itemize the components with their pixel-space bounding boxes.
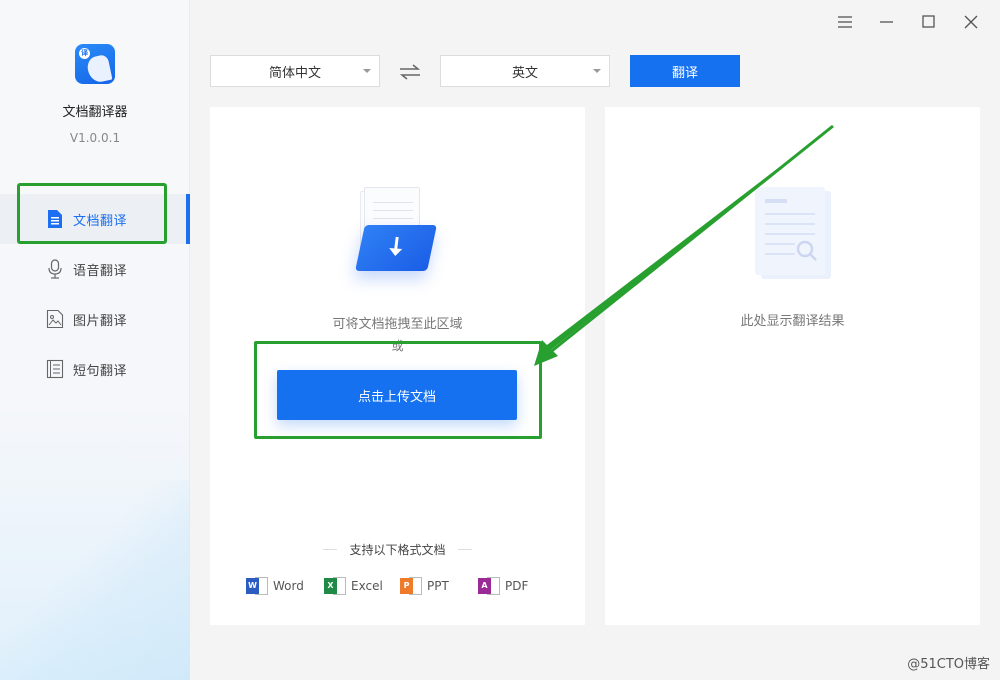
- sidebar-item-label: 语音翻译: [73, 263, 128, 279]
- image-icon: [46, 309, 64, 329]
- microphone-icon: [46, 259, 64, 279]
- swap-languages-button[interactable]: [398, 62, 422, 82]
- minimize-icon: [880, 21, 893, 23]
- swap-arrows-icon: [399, 64, 421, 80]
- logo-badge: 译: [79, 48, 90, 59]
- translate-button[interactable]: 翻译: [630, 55, 740, 87]
- excel-icon: X: [324, 576, 346, 596]
- sidebar: 译 文档翻译器 V1.0.0.1 文档翻译 语音翻译 图片翻译 短句翻译: [0, 0, 190, 680]
- app-version: V1.0.0.1: [69, 131, 121, 145]
- document-search-icon: [755, 187, 825, 275]
- format-pdf: A PDF: [478, 576, 548, 596]
- upload-panel[interactable]: 可将文档拖拽至此区域 或 点击上传文档 支持以下格式文档 W Word X Ex…: [210, 107, 585, 625]
- maximize-button[interactable]: [908, 10, 950, 34]
- text-lines-icon: [46, 359, 64, 379]
- result-panel: 此处显示翻译结果: [605, 107, 980, 625]
- upload-document-button[interactable]: 点击上传文档: [277, 370, 517, 420]
- app-name: 文档翻译器: [62, 105, 128, 120]
- target-language-value: 英文: [511, 65, 538, 81]
- sidebar-item-document-translation[interactable]: 文档翻译: [0, 194, 190, 244]
- window-controls: [824, 10, 992, 34]
- close-button[interactable]: [950, 10, 992, 34]
- pdf-icon: A: [478, 576, 500, 596]
- download-folder-icon: [355, 225, 437, 271]
- sidebar-item-sentence-translation[interactable]: 短句翻译: [0, 344, 190, 394]
- sidebar-nav: 文档翻译 语音翻译 图片翻译 短句翻译: [0, 194, 190, 394]
- divider: [457, 549, 472, 550]
- sidebar-item-image-translation[interactable]: 图片翻译: [0, 294, 190, 344]
- maximize-icon: [922, 15, 935, 28]
- source-language-value: 简体中文: [268, 65, 321, 81]
- ppt-icon: P: [400, 576, 422, 596]
- chevron-down-icon: [363, 69, 371, 73]
- chevron-down-icon: [593, 69, 601, 73]
- sidebar-item-label: 文档翻译: [73, 213, 128, 229]
- close-icon: [964, 15, 978, 29]
- sidebar-item-label: 短句翻译: [73, 363, 128, 379]
- menu-button[interactable]: [824, 10, 866, 34]
- sidebar-item-label: 图片翻译: [73, 313, 128, 329]
- format-ppt: P PPT: [400, 576, 478, 596]
- word-icon: W: [246, 576, 268, 596]
- divider: [323, 549, 338, 550]
- supported-formats-heading: 支持以下格式文档: [210, 541, 585, 558]
- sidebar-item-voice-translation[interactable]: 语音翻译: [0, 244, 190, 294]
- sidebar-background-decoration: [0, 480, 190, 680]
- document-icon: [46, 209, 64, 229]
- formats-title: 支持以下格式文档: [349, 543, 446, 557]
- drop-hint: 可将文档拖拽至此区域: [332, 317, 463, 332]
- menu-icon: [838, 16, 852, 28]
- bird-icon: [85, 53, 113, 84]
- result-placeholder: 此处显示翻译结果: [740, 314, 845, 329]
- result-illustration: [751, 185, 835, 281]
- format-excel: X Excel: [324, 576, 400, 596]
- supported-formats-list: W Word X Excel P PPT A PDF: [246, 576, 548, 596]
- target-language-select[interactable]: 英文: [440, 55, 610, 87]
- minimize-button[interactable]: [866, 10, 908, 34]
- source-language-select[interactable]: 简体中文: [210, 55, 380, 87]
- app-logo: 译: [75, 44, 115, 84]
- watermark: @51CTO博客: [907, 657, 990, 672]
- upload-illustration: [355, 185, 440, 277]
- format-word: W Word: [246, 576, 324, 596]
- or-text: 或: [391, 339, 404, 353]
